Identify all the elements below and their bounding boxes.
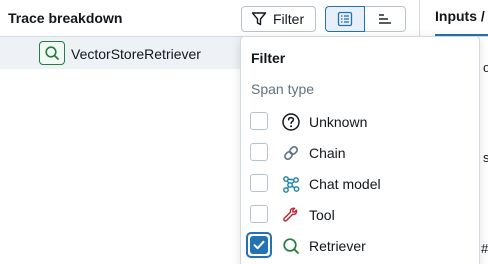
tree-view-toggle[interactable] (325, 6, 365, 32)
trace-breakdown-header: Trace breakdown Filter (0, 0, 420, 36)
option-label: Unknown (309, 114, 368, 130)
chain-checkbox[interactable] (250, 143, 268, 161)
checkmark-icon (253, 240, 265, 250)
span-type-option-chain[interactable]: Chain (241, 138, 479, 168)
details-text-fragment: o (483, 60, 488, 75)
search-icon (45, 46, 59, 60)
span-label: VectorStoreRetriever (71, 46, 201, 62)
retriever-checkbox[interactable] (250, 236, 268, 254)
question-circle-icon (279, 110, 303, 134)
panel-title: Trace breakdown (8, 10, 123, 26)
wrench-icon (279, 203, 303, 227)
tab-inputs-outputs[interactable]: Inputs / (435, 8, 485, 24)
span-type-section-label: Span type (251, 81, 315, 97)
option-label: Chain (309, 145, 346, 161)
details-text-fragment: s (483, 150, 488, 165)
option-label: Chat model (309, 176, 381, 192)
filter-button[interactable]: Filter (241, 6, 316, 32)
filter-popover: Filter Span type Unknown Chain Chat mode… (240, 36, 480, 264)
timeline-icon (379, 14, 391, 24)
span-type-option-unknown[interactable]: Unknown (241, 107, 479, 137)
search-icon (279, 234, 303, 258)
option-label: Retriever (309, 238, 366, 254)
span-type-option-tool[interactable]: Tool (241, 200, 479, 230)
popover-title: Filter (251, 50, 286, 66)
retriever-span-icon (39, 41, 65, 65)
tool-checkbox[interactable] (250, 205, 268, 223)
option-label: Tool (309, 207, 335, 223)
filter-button-label: Filter (273, 11, 305, 27)
span-type-option-retriever[interactable]: Retriever (241, 231, 479, 261)
tree-list-icon (337, 11, 353, 27)
unknown-checkbox[interactable] (250, 112, 268, 130)
connected-nodes-icon (279, 172, 303, 196)
span-type-option-chat-model[interactable]: Chat model (241, 169, 479, 199)
filter-icon (251, 12, 267, 26)
chat-model-checkbox[interactable] (250, 174, 268, 192)
link-icon (279, 141, 303, 165)
timeline-view-toggle[interactable] (365, 6, 406, 32)
details-text-fragment: # (481, 241, 488, 256)
